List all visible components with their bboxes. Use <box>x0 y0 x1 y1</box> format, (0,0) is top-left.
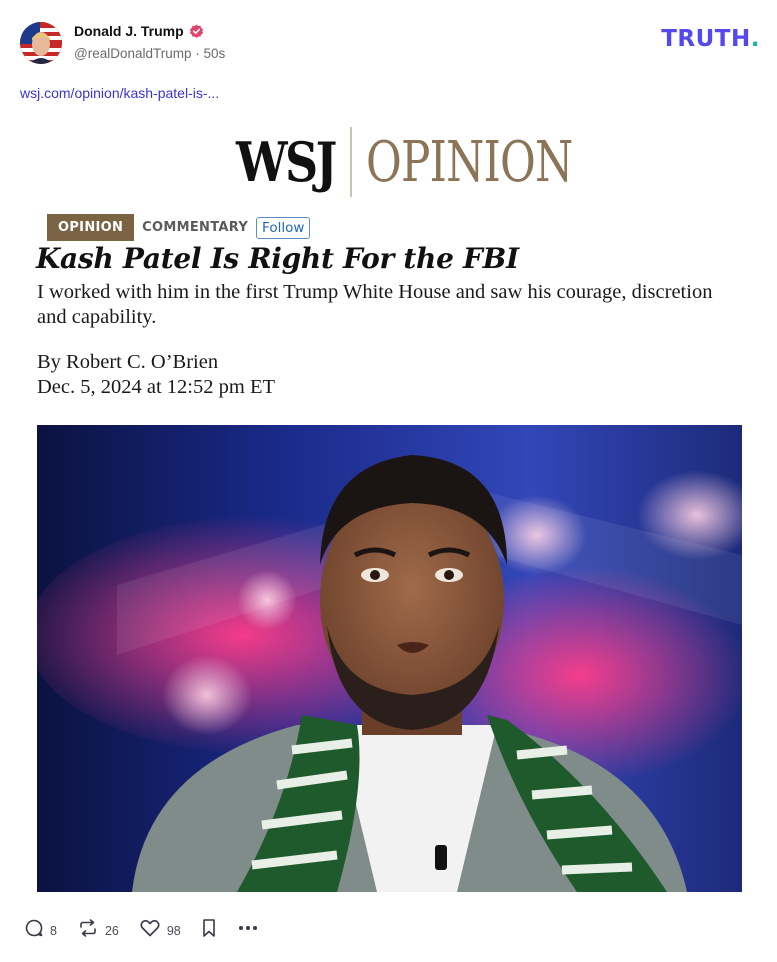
comment-icon <box>24 918 44 943</box>
post-timestamp[interactable]: 50s <box>204 46 226 61</box>
more-options-button[interactable] <box>237 918 259 943</box>
retruth-icon <box>77 918 99 943</box>
article-dek: I worked with him in the first Trump Whi… <box>37 281 713 328</box>
bookmark-icon <box>201 918 217 943</box>
author-handle[interactable]: @realDonaldTrump <box>74 46 192 61</box>
post-header: Donald J. Trump @realDonaldTrump · 50s T… <box>20 20 760 64</box>
bookmark-button[interactable] <box>201 918 217 943</box>
verified-badge-icon <box>189 24 204 39</box>
reply-button[interactable]: 8 <box>24 918 57 943</box>
truth-logo[interactable]: TRUTH. <box>661 26 760 52</box>
article-headline: Kash Patel Is Right For the FBI <box>36 242 519 275</box>
post-actions: 8 26 98 <box>24 918 279 943</box>
follow-button: Follow <box>256 216 311 239</box>
author-name[interactable]: Donald J. Trump <box>74 23 184 39</box>
article-dateline: Dec. 5, 2024 at 12:52 pm ET <box>37 376 275 398</box>
wsj-opinion-masthead: WSJ OPINION <box>236 126 631 198</box>
like-count: 98 <box>166 923 181 938</box>
article-card[interactable]: WSJ OPINION OPINION COMMENTARY Follow Ka… <box>21 118 756 898</box>
meta-separator: · <box>195 46 200 61</box>
post-meta: @realDonaldTrump · 50s <box>74 46 225 61</box>
article-tags: OPINION COMMENTARY Follow <box>47 214 311 241</box>
like-button[interactable]: 98 <box>139 918 181 943</box>
truth-logo-dot: . <box>750 26 760 52</box>
article-byline-block: By Robert C. O’Brien Dec. 5, 2024 at 12:… <box>37 350 275 400</box>
avatar[interactable] <box>20 22 62 64</box>
commentary-tag: COMMENTARY <box>142 220 249 235</box>
opinion-tag: OPINION <box>47 214 135 241</box>
masthead-opinion: OPINION <box>366 129 573 195</box>
article-photo <box>37 425 742 892</box>
retruth-count: 26 <box>104 923 119 938</box>
masthead-wsj: WSJ <box>236 130 337 194</box>
masthead-divider <box>350 127 353 197</box>
truth-logo-text: TRUTH <box>661 26 751 52</box>
heart-icon <box>139 918 161 943</box>
article-link[interactable]: wsj.com/opinion/kash-patel-is-... <box>20 85 219 101</box>
article-byline: By Robert C. O’Brien <box>37 351 219 373</box>
more-icon <box>237 918 259 943</box>
reply-count: 8 <box>50 923 57 938</box>
retruth-button[interactable]: 26 <box>77 918 119 943</box>
